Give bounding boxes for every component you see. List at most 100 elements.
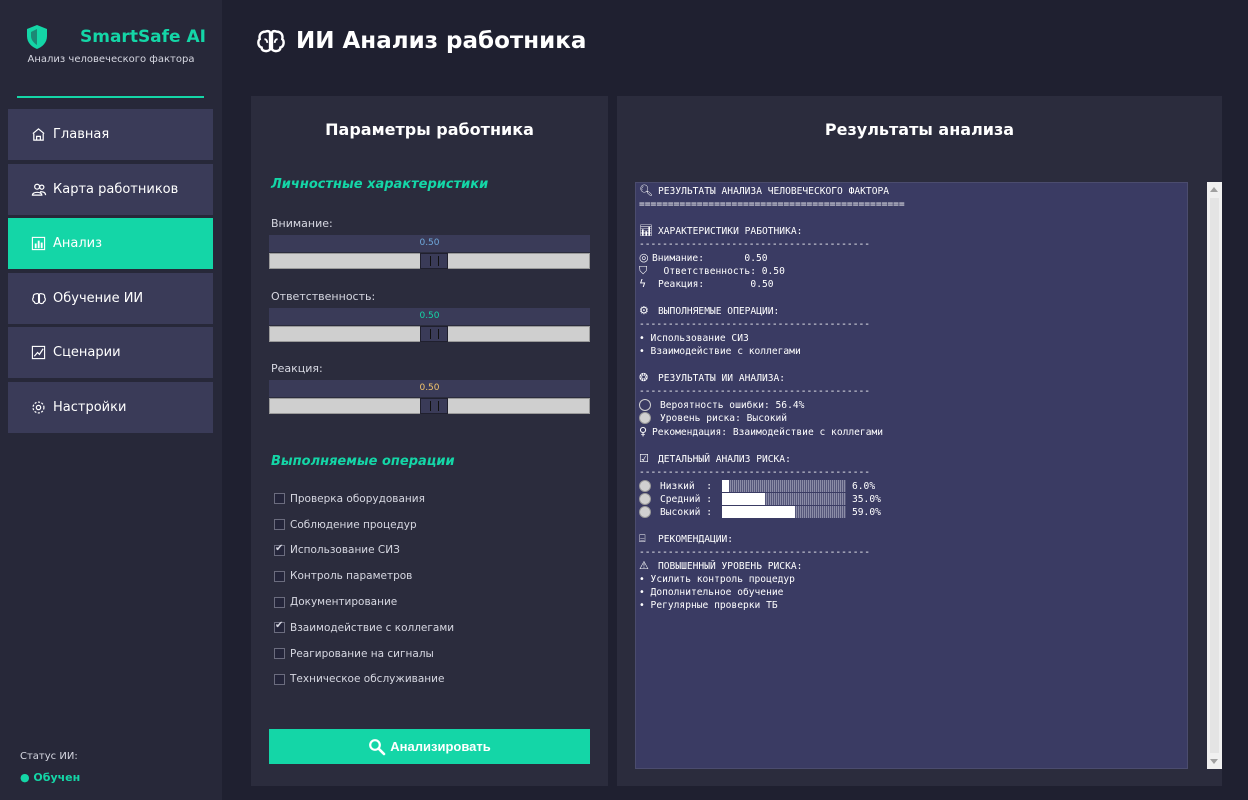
ai-title: РЕЗУЛЬТАТЫ ИИ АНАЛИЗА: [658, 373, 786, 384]
sidebar-item-worker-map[interactable]: Карта работников [8, 163, 213, 215]
op-label: Контроль параметров [290, 570, 413, 583]
op-label: Проверка оборудования [290, 492, 425, 505]
sidebar-item-scenarios[interactable]: Сценарии [8, 327, 213, 378]
op-label: Реагирование на сигналы [290, 647, 434, 660]
warning-text: ПОВЫШЕННЫЙ УРОВЕНЬ РИСКА: [658, 561, 803, 572]
reaction-slider[interactable]: 0.50 [269, 380, 590, 416]
risk-bar-medium-fill [722, 493, 765, 505]
sidebar-nav: Главная Карта работников Анализ Обучение… [8, 109, 213, 436]
sidebar-item-ai-training[interactable]: Обучение ИИ [8, 272, 213, 324]
ops-title: ВЫПОЛНЯЕМЫЕ ОПЕРАЦИИ: [658, 306, 780, 317]
app-subtitle: Анализ человеческого фактора [27, 54, 195, 65]
checkbox[interactable] [274, 648, 285, 660]
scroll-down-arrow[interactable] [1210, 759, 1218, 764]
sidebar-item-label: Сценарии [53, 345, 121, 360]
ops-section-title: Выполняемые операции [271, 454, 455, 469]
attention-value: 0.50 [269, 235, 590, 252]
ai-status-value: ● Обучен [20, 771, 81, 784]
brain-icon: ❂ [639, 371, 649, 384]
op-documentation[interactable]: Документирование [274, 589, 454, 615]
sidebar-divider [17, 96, 204, 98]
lightning-icon: ϟ [639, 277, 647, 290]
double-rule: ========================================… [639, 199, 905, 210]
results-panel: Результаты анализа 🔍︎ РЕЗУЛЬТАТЫ АНАЛИЗА… [617, 96, 1222, 786]
risk-low-value: 6.0% [852, 481, 876, 492]
error-probability: Вероятность ошибки: 56.4% [660, 400, 805, 411]
checkbox[interactable] [274, 596, 285, 608]
slider-handle[interactable] [419, 326, 448, 342]
risk-medium-label: Средний : [660, 494, 712, 505]
params-panel-title: Параметры работника [325, 120, 534, 139]
op-label: Техническое обслуживание [290, 673, 445, 686]
risk-bar-low [722, 480, 846, 492]
risk-bar-high [722, 506, 846, 518]
checkbox[interactable] [274, 620, 285, 634]
op-label: Использование СИЗ [290, 544, 400, 557]
results-text-area[interactable]: 🔍︎ РЕЗУЛЬТАТЫ АНАЛИЗА ЧЕЛОВЕЧЕСКОГО ФАКТ… [635, 182, 1188, 769]
op-signals[interactable]: Реагирование на сигналы [274, 641, 454, 667]
op-parameter-control[interactable]: Контроль параметров [274, 563, 454, 589]
risk-high-label: Высокий : [660, 507, 712, 518]
gear-icon [30, 399, 47, 416]
sidebar-item-analysis[interactable]: Анализ [8, 218, 213, 269]
op-equipment-check[interactable]: Проверка оборудования [274, 486, 454, 512]
scroll-up-arrow[interactable] [1210, 187, 1218, 192]
analyze-button[interactable]: Анализировать [269, 729, 590, 764]
checkbox[interactable] [274, 673, 285, 685]
clipboard-icon: ⌸ [639, 532, 646, 545]
checkbox[interactable] [274, 519, 285, 531]
personal-section-title: Личностные характеристики [271, 177, 489, 192]
rec-title: РЕКОМЕНДАЦИИ: [658, 534, 734, 545]
logo: SmartSafe AI [26, 24, 206, 50]
slider-handle[interactable] [419, 253, 448, 269]
detail-title: ДЕТАЛЬНЫЙ АНАЛИЗ РИСКА: [658, 454, 791, 465]
reaction-label: Реакция: [271, 362, 323, 375]
slider-track[interactable] [269, 253, 590, 269]
search-icon [369, 738, 386, 755]
risk-bar-low-fill [722, 480, 729, 492]
brain-icon [257, 29, 285, 53]
risk-bar-medium [722, 493, 846, 505]
circle-icon [639, 399, 651, 411]
scroll-thumb[interactable] [1210, 198, 1219, 753]
operations-list: Проверка оборудования Соблюдение процеду… [274, 486, 454, 692]
rec-item: • Регулярные проверки ТБ [639, 600, 778, 611]
checkbox[interactable] [274, 493, 285, 505]
recommendation: Рекомендация: Взаимодействие с коллегами [652, 427, 884, 438]
rule: ---------------------------------------- [639, 386, 871, 397]
shield-icon: ⛉ [639, 264, 648, 277]
op-procedures[interactable]: Соблюдение процедур [274, 512, 454, 538]
sidebar-item-label: Карта работников [53, 181, 179, 197]
sidebar-item-settings[interactable]: Настройки [8, 381, 213, 433]
responsibility-slider[interactable]: 0.50 [269, 308, 590, 344]
users-icon [30, 181, 47, 198]
checkbox[interactable] [274, 570, 285, 582]
risk-high-value: 59.0% [852, 507, 881, 518]
risk-bar-high-fill [722, 506, 795, 518]
sidebar-item-home[interactable]: Главная [8, 109, 213, 160]
circle-icon [639, 493, 651, 505]
results-panel-title: Результаты анализа [824, 120, 1015, 139]
circle-icon [639, 480, 651, 492]
shield-icon [27, 25, 47, 49]
trait-responsibility: Ответственность: 0.50 [652, 266, 785, 277]
op-ppe[interactable]: Использование СИЗ [274, 538, 454, 564]
checkbox[interactable] [274, 543, 285, 556]
attention-slider[interactable]: 0.50 [269, 235, 590, 271]
slider-handle[interactable] [419, 398, 448, 414]
op-colleagues[interactable]: Взаимодействие с коллегами [274, 615, 454, 641]
analyze-button-label: Анализировать [390, 739, 491, 754]
bar-chart-icon: 📊︎ [639, 224, 653, 237]
slider-track[interactable] [269, 326, 590, 342]
brain-icon [30, 290, 47, 307]
op-maintenance[interactable]: Техническое обслуживание [274, 667, 454, 693]
app-title: SmartSafe AI [80, 27, 206, 47]
responsibility-label: Ответственность: [271, 290, 376, 303]
trait-attention: Внимание: 0.50 [652, 253, 768, 264]
sidebar: SmartSafe AI Анализ человеческого фактор… [0, 0, 222, 800]
trait-reaction: Реакция: 0.50 [658, 279, 774, 290]
rule: ---------------------------------------- [639, 319, 871, 330]
slider-track[interactable] [269, 398, 590, 414]
home-icon [30, 126, 47, 143]
results-scrollbar[interactable] [1207, 182, 1222, 769]
